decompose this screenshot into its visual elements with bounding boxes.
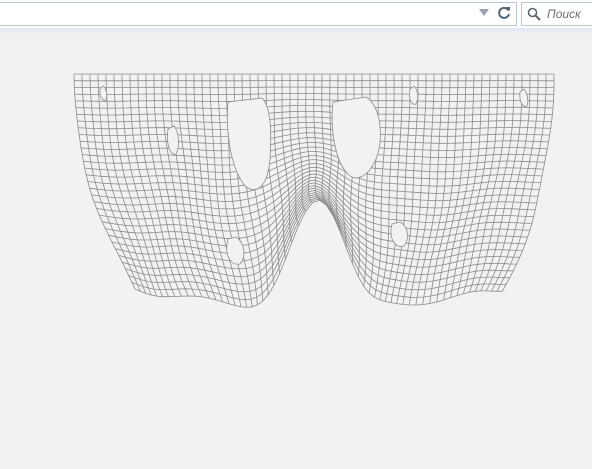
address-bar[interactable] bbox=[0, 2, 517, 26]
search-placeholder: Поиск bbox=[547, 7, 581, 21]
reload-icon[interactable] bbox=[496, 5, 512, 21]
mesh-column-line bbox=[469, 73, 507, 293]
search-icon bbox=[527, 7, 541, 21]
mesh-hole bbox=[226, 97, 272, 190]
chevron-down-icon[interactable] bbox=[479, 9, 489, 16]
mesh-hole bbox=[167, 125, 179, 155]
search-box[interactable]: Поиск bbox=[521, 2, 592, 26]
mesh-column-line bbox=[396, 73, 419, 304]
cloth-mesh bbox=[73, 73, 555, 308]
mesh-canvas bbox=[73, 73, 555, 308]
browser-toolbar: Поиск bbox=[0, 0, 592, 28]
mesh-hole bbox=[519, 88, 529, 107]
mesh-hole bbox=[99, 85, 108, 101]
mesh-hole bbox=[331, 96, 381, 179]
mesh-hole bbox=[390, 221, 408, 247]
mesh-hole bbox=[409, 85, 419, 105]
mesh-row-line bbox=[75, 99, 554, 102]
